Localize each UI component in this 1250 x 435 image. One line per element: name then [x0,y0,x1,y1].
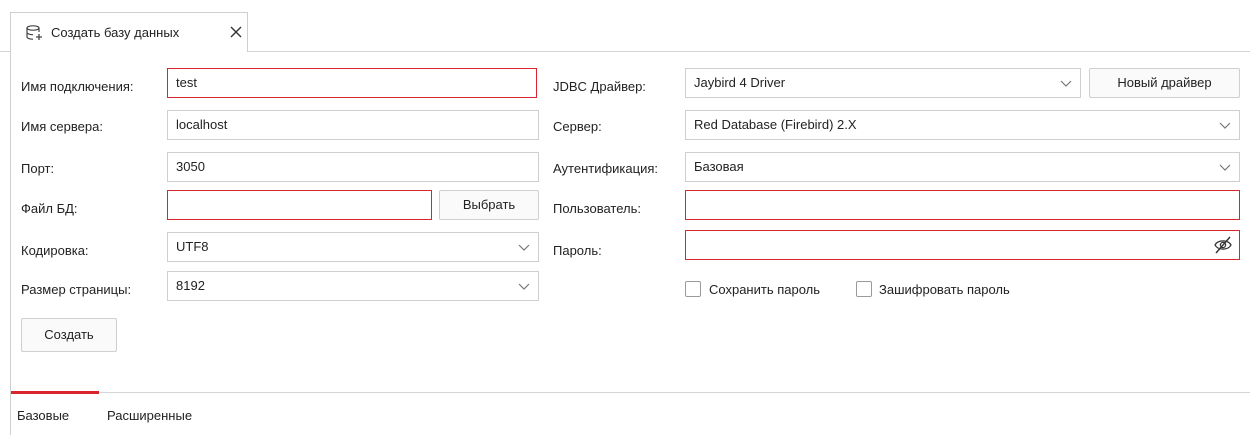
tab-basic[interactable]: Базовые [17,408,69,423]
auth-select[interactable]: Базовая [685,152,1240,182]
auth-value: Базовая [694,159,744,174]
jdbc-driver-select[interactable]: Jaybird 4 Driver [685,68,1081,98]
user-input[interactable] [694,191,1231,219]
chevron-down-icon [518,283,530,290]
db-file-field[interactable] [167,190,432,220]
chevron-down-icon [1219,164,1231,171]
server-name-field[interactable] [167,110,539,140]
tab-title: Создать базу данных [51,25,180,40]
server-name-input[interactable] [176,111,530,139]
page-size-label: Размер страницы: [21,282,132,297]
encrypt-password-label: Зашифровать пароль [879,282,1010,297]
chevron-down-icon [518,244,530,251]
active-tab-indicator [11,391,99,394]
port-label: Порт: [21,161,55,176]
encoding-select[interactable]: UTF8 [167,232,539,262]
document-tab-bar: Создать базу данных [0,0,1250,52]
eye-off-icon[interactable] [1213,236,1233,254]
connection-name-field[interactable] [167,68,537,98]
new-driver-button[interactable]: Новый драйвер [1089,68,1240,98]
page-size-value: 8192 [176,278,205,293]
connection-name-label: Имя подключения: [21,79,134,94]
password-label: Пароль: [553,243,602,258]
create-button[interactable]: Создать [21,318,117,352]
user-field[interactable] [685,190,1240,220]
server-value: Red Database (Firebird) 2.X [694,117,857,132]
close-icon[interactable] [229,25,243,39]
db-file-input[interactable] [176,191,423,219]
save-password-checkbox[interactable] [685,281,701,297]
db-file-label: Файл БД: [21,201,78,216]
choose-file-button[interactable]: Выбрать [439,190,539,220]
port-field[interactable] [167,152,539,182]
server-name-label: Имя сервера: [21,119,103,134]
tab-advanced[interactable]: Расширенные [107,408,192,423]
chevron-down-icon [1219,122,1231,129]
port-input[interactable] [176,153,530,181]
jdbc-driver-value: Jaybird 4 Driver [694,75,786,90]
password-field[interactable] [685,230,1240,260]
tab-create-database[interactable]: Создать базу данных [10,12,248,52]
encrypt-password-checkbox[interactable] [856,281,872,297]
auth-label: Аутентификация: [553,161,658,176]
create-database-form: Имя подключения: Имя сервера: Порт: Файл… [10,52,1250,435]
database-add-icon [26,25,42,40]
page-size-select[interactable]: 8192 [167,271,539,301]
encoding-value: UTF8 [176,239,209,254]
connection-name-input[interactable] [176,69,528,97]
encoding-label: Кодировка: [21,243,89,258]
server-select[interactable]: Red Database (Firebird) 2.X [685,110,1240,140]
user-label: Пользователь: [553,201,641,216]
save-password-label: Сохранить пароль [709,282,821,297]
server-label: Сервер: [553,119,602,134]
bottom-tabs-divider [11,392,1250,393]
chevron-down-icon [1060,80,1072,87]
password-input[interactable] [694,231,1178,259]
jdbc-driver-label: JDBC Драйвер: [553,79,646,94]
